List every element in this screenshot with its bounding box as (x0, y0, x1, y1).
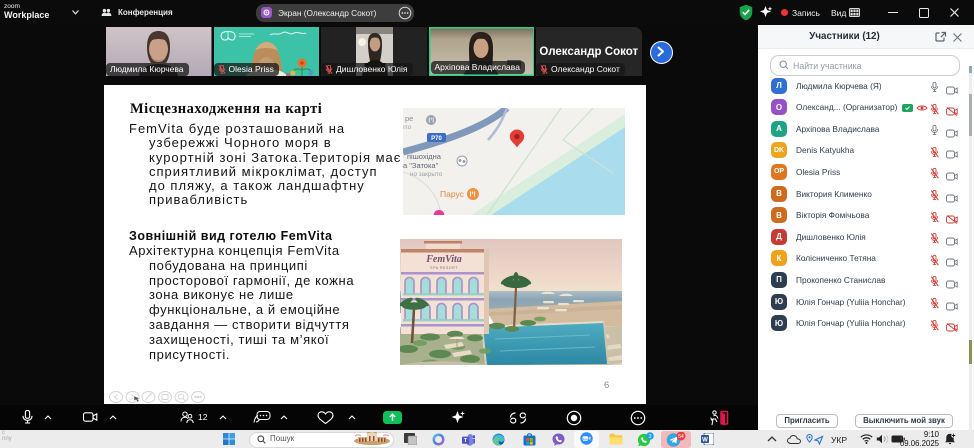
svg-text:54: 54 (678, 434, 684, 440)
svg-text:W: W (702, 437, 708, 443)
svg-text:а "Затока": а "Затока" (403, 161, 439, 170)
svg-text:Парус: Парус (440, 189, 465, 199)
svg-text:ыто: ыто (403, 124, 412, 131)
svg-text:3: 3 (648, 434, 651, 440)
svg-text:но закрыто: но закрыто (410, 171, 443, 178)
svg-text:FemVita: FemVita (425, 254, 462, 265)
svg-text:ре: ре (405, 114, 413, 123)
svg-text:P70: P70 (431, 136, 442, 142)
svg-text:SPA RESORT: SPA RESORT (430, 266, 458, 270)
svg-text:пішохідна: пішохідна (407, 152, 442, 161)
svg-text:zoom: zoom (583, 437, 591, 441)
